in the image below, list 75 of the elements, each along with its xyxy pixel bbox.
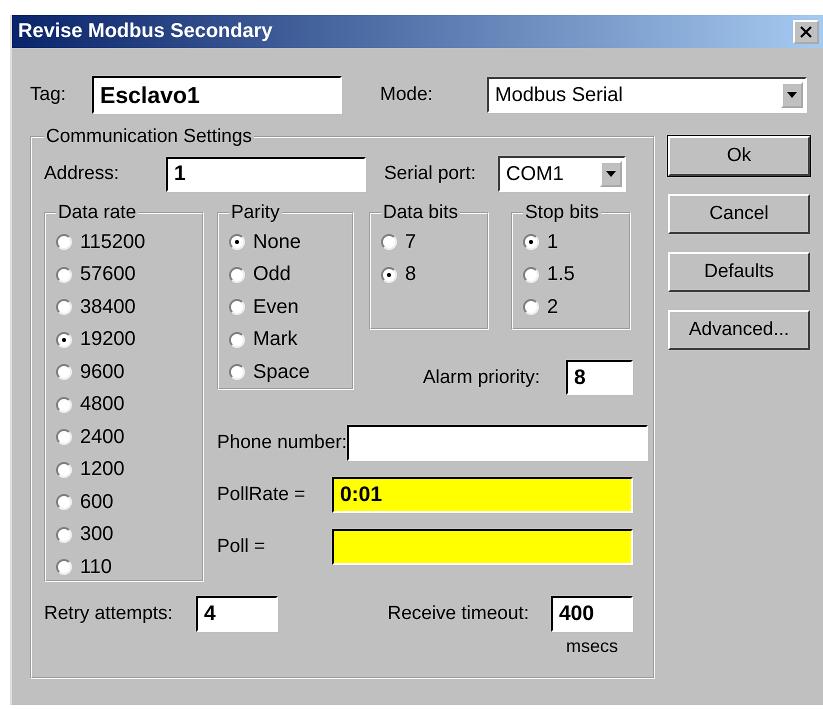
alarm-priority-field[interactable]: 8 (566, 360, 633, 395)
poll-field[interactable] (332, 529, 633, 565)
option-label: 600 (80, 490, 114, 514)
radio-button[interactable] (381, 266, 397, 283)
radio-button[interactable] (229, 364, 245, 380)
radio-button[interactable] (381, 234, 397, 250)
unit-label: msecs (566, 636, 618, 657)
option-label: Even (253, 296, 299, 319)
mode-label: Mode: (380, 84, 434, 106)
phone-number-field[interactable] (346, 425, 648, 461)
dialog-button[interactable]: Defaults (668, 252, 810, 292)
option-label: 7 (405, 230, 416, 254)
option-label: Odd (253, 263, 291, 286)
group-title: Data rate (57, 202, 138, 224)
tag-field[interactable]: Esclavo1 (92, 76, 342, 114)
receive-timeout-label: Receive timeout: (387, 602, 529, 626)
option-label: Mark (253, 328, 298, 352)
close-button[interactable] (793, 20, 819, 44)
address-field[interactable]: 1 (166, 156, 366, 192)
receive-timeout-field[interactable]: 400 (551, 596, 633, 632)
poll-rate-label: PollRate = (217, 484, 306, 506)
group-title: Communication Settings (45, 126, 253, 148)
option-label: 110 (80, 556, 112, 579)
option-label: 1 (547, 230, 558, 254)
dialog-button[interactable]: Cancel (668, 194, 810, 234)
retry-attempts-label: Retry attempts: (44, 602, 174, 626)
option-label: 1.5 (547, 263, 575, 286)
radio-button[interactable] (56, 266, 72, 283)
poll-rate-field[interactable]: 0:01 (332, 477, 633, 513)
radio-button[interactable] (56, 364, 72, 380)
mode-dropdown[interactable]: Modbus Serial (487, 77, 807, 113)
radio-button[interactable] (56, 494, 72, 510)
option-label: 9600 (80, 360, 124, 384)
option-label: 38400 (80, 296, 136, 319)
address-label: Address: (44, 163, 120, 185)
option-label: 8 (405, 263, 416, 286)
radio-button[interactable] (523, 299, 539, 316)
radio-button[interactable] (56, 429, 72, 446)
phone-number-label: Phone number: (217, 432, 347, 454)
group-title: Data bits (382, 202, 459, 224)
radio-button[interactable] (56, 462, 72, 478)
radio-button[interactable] (229, 299, 245, 316)
group-title: Parity (230, 202, 281, 224)
option-label: 2400 (80, 426, 124, 449)
option-label: 300 (80, 523, 114, 546)
serial-port-dropdown[interactable]: COM1 (498, 156, 626, 192)
radio-button[interactable] (523, 266, 539, 283)
alarm-priority-label: Alarm priority: (422, 366, 540, 388)
option-label: 2 (547, 296, 558, 319)
radio-button[interactable] (56, 396, 72, 413)
dialog-button[interactable]: Advanced... (668, 310, 810, 350)
serial-port-label: Serial port: (384, 163, 477, 185)
close-icon (799, 26, 813, 38)
window-title: Revise Modbus Secondary (18, 20, 273, 43)
radio-button[interactable] (229, 332, 245, 348)
dialog-button[interactable]: Ok (668, 136, 810, 176)
poll-label: Poll = (217, 536, 266, 558)
radio-button[interactable] (56, 234, 72, 250)
tag-label: Tag: (30, 84, 67, 106)
radio-button[interactable] (56, 332, 72, 348)
option-label: 1200 (80, 458, 124, 482)
radio-button[interactable] (229, 266, 245, 283)
radio-button[interactable] (56, 299, 72, 316)
option-label: 115200 (80, 230, 146, 254)
option-label: 4800 (80, 393, 124, 416)
radio-button[interactable] (56, 526, 72, 543)
retry-attempts-field[interactable]: 4 (196, 596, 278, 632)
radio-button[interactable] (229, 234, 245, 250)
option-label: 57600 (80, 263, 136, 286)
group-title: Stop bits (524, 202, 600, 224)
option-label: None (253, 230, 301, 254)
option-label: 19200 (80, 328, 136, 352)
option-label: Space (253, 360, 310, 384)
radio-button[interactable] (523, 234, 539, 250)
radio-button[interactable] (56, 559, 72, 576)
